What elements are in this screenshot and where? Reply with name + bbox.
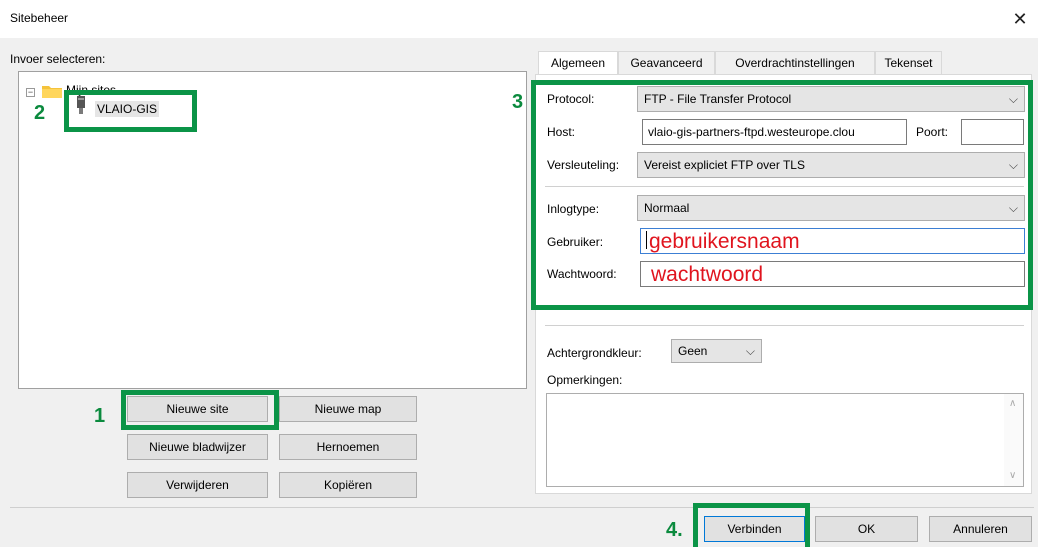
bgcolor-label: Achtergrondkleur:: [547, 346, 642, 360]
footer-divider: [10, 507, 1034, 508]
scroll-down-icon[interactable]: ∨: [1009, 470, 1016, 481]
select-entry-label: Invoer selecteren:: [10, 52, 106, 66]
annotation-4: 4.: [666, 519, 683, 541]
highlight-box-settings: [531, 80, 1033, 310]
title-bar: [0, 0, 1038, 38]
highlight-box-connect: [693, 503, 810, 547]
new-folder-button[interactable]: Nieuwe map: [279, 396, 417, 422]
comments-label: Opmerkingen:: [547, 373, 623, 387]
folder-icon: [42, 84, 62, 98]
bgcolor-value: Geen: [678, 344, 708, 358]
divider: [545, 325, 1024, 326]
highlight-box-new-site: [121, 390, 279, 430]
rename-button[interactable]: Hernoemen: [279, 434, 417, 460]
tab-charset[interactable]: Tekenset: [875, 51, 942, 74]
highlight-box-site: [64, 90, 197, 132]
tab-transfer-settings[interactable]: Overdrachtinstellingen: [715, 51, 875, 74]
annotation-1: 1: [94, 405, 106, 427]
new-bookmark-button[interactable]: Nieuwe bladwijzer: [127, 434, 268, 460]
collapse-icon[interactable]: −: [26, 88, 35, 97]
scroll-up-icon[interactable]: ∧: [1009, 398, 1016, 409]
chevron-down-icon: ⌵: [745, 344, 755, 358]
ok-button[interactable]: OK: [815, 516, 918, 542]
tab-advanced[interactable]: Geavanceerd: [618, 51, 715, 74]
bgcolor-select[interactable]: Geen ⌵: [671, 339, 762, 363]
annotation-3: 3: [512, 91, 524, 113]
window-title: Sitebeheer: [10, 11, 69, 25]
cancel-button[interactable]: Annuleren: [929, 516, 1032, 542]
copy-button[interactable]: Kopiëren: [279, 472, 417, 498]
tab-general[interactable]: Algemeen: [538, 51, 618, 75]
scrollbar[interactable]: ∧ ∨: [1004, 394, 1023, 486]
delete-button[interactable]: Verwijderen: [127, 472, 268, 498]
comments-textarea[interactable]: [546, 393, 1024, 487]
annotation-2: 2: [34, 102, 46, 124]
close-icon[interactable]: ✕: [1008, 8, 1032, 30]
